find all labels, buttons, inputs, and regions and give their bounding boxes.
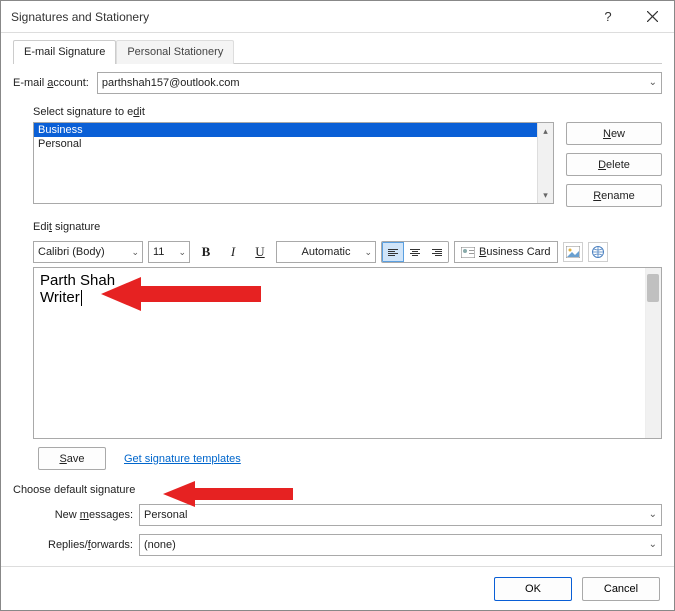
editor-toolbar: Calibri (Body)⌄ 11⌄ B I U Automatic⌄ Bus…: [13, 241, 662, 263]
save-button[interactable]: Save: [38, 447, 106, 470]
titlebar: Signatures and Stationery ?: [1, 1, 674, 33]
listbox-signatures[interactable]: Business Personal ▴ ▾: [33, 122, 554, 204]
link-get-templates[interactable]: Get signature templates: [124, 453, 241, 465]
italic-button[interactable]: I: [222, 241, 244, 263]
close-button[interactable]: [630, 2, 674, 32]
label-select-signature: Select signature to edit: [33, 106, 662, 118]
chevron-down-icon: ⌄: [131, 247, 139, 258]
combo-new-messages[interactable]: Personal⌄: [139, 504, 662, 526]
scrollbar[interactable]: [645, 268, 661, 438]
rename-button[interactable]: Rename: [566, 184, 662, 207]
save-row: Save Get signature templates: [38, 447, 662, 470]
label-new-messages: New messages:: [23, 509, 133, 521]
dialog-footer: OK Cancel: [1, 566, 674, 610]
business-card-icon: [461, 247, 475, 258]
signature-editor[interactable]: Parth Shah Writer: [33, 267, 662, 439]
editor-line: Parth Shah: [40, 272, 655, 289]
scrollbar[interactable]: ▴ ▾: [537, 123, 553, 203]
combo-email-account-value: parthshah157@outlook.com: [102, 77, 240, 89]
label-email-account: E-mail account:: [13, 77, 89, 89]
label-choose-default: Choose default signature: [13, 484, 662, 496]
combo-replies-forwards[interactable]: (none)⌄: [139, 534, 662, 556]
tab-strip: E-mail Signature Personal Stationery: [13, 39, 662, 64]
list-item[interactable]: Personal: [34, 137, 553, 151]
combo-font-size[interactable]: 11⌄: [148, 241, 190, 263]
text-cursor: [81, 290, 82, 306]
underline-button[interactable]: U: [249, 241, 271, 263]
row-email-account: E-mail account: parthshah157@outlook.com…: [13, 72, 662, 94]
signature-list-row: Business Personal ▴ ▾ New Delete Rename: [13, 122, 662, 207]
business-card-button[interactable]: Business Card: [454, 241, 558, 263]
combo-font[interactable]: Calibri (Body)⌄: [33, 241, 143, 263]
picture-icon: [566, 246, 580, 258]
tab-email-signature[interactable]: E-mail Signature: [13, 40, 116, 64]
list-item[interactable]: Business: [34, 123, 553, 137]
scroll-thumb[interactable]: [647, 274, 659, 302]
combo-font-color[interactable]: Automatic⌄: [276, 241, 376, 263]
row-replies-forwards: Replies/forwards: (none)⌄: [13, 534, 662, 556]
bold-button[interactable]: B: [195, 241, 217, 263]
new-button[interactable]: New: [566, 122, 662, 145]
chevron-down-icon: ⌄: [649, 509, 657, 520]
dialog-title: Signatures and Stationery: [11, 10, 149, 24]
close-icon: [647, 11, 658, 22]
chevron-down-icon: ⌄: [649, 77, 657, 88]
chevron-down-icon: ⌄: [178, 247, 186, 258]
ok-button[interactable]: OK: [494, 577, 572, 601]
scroll-down-icon[interactable]: ▾: [538, 187, 553, 203]
chevron-down-icon: ⌄: [649, 539, 657, 550]
row-new-messages: New messages: Personal⌄: [13, 504, 662, 526]
align-center-button[interactable]: [404, 242, 426, 262]
insert-hyperlink-button[interactable]: [588, 242, 608, 262]
scroll-up-icon[interactable]: ▴: [538, 123, 553, 139]
delete-button[interactable]: Delete: [566, 153, 662, 176]
combo-email-account[interactable]: parthshah157@outlook.com ⌄: [97, 72, 662, 94]
signature-side-buttons: New Delete Rename: [566, 122, 662, 207]
align-right-button[interactable]: [426, 242, 448, 262]
align-group: [381, 241, 449, 263]
dialog-signatures-stationery: Signatures and Stationery ? E-mail Signa…: [0, 0, 675, 611]
insert-picture-button[interactable]: [563, 242, 583, 262]
label-replies-forwards: Replies/forwards:: [23, 539, 133, 551]
editor-line: Writer: [40, 289, 655, 306]
label-edit-signature: Edit signature: [33, 221, 662, 233]
chevron-down-icon: ⌄: [364, 247, 372, 258]
help-button[interactable]: ?: [586, 2, 630, 32]
cancel-button[interactable]: Cancel: [582, 577, 660, 601]
tab-personal-stationery[interactable]: Personal Stationery: [116, 40, 234, 64]
link-icon: [591, 245, 605, 259]
dialog-body: E-mail Signature Personal Stationery E-m…: [1, 33, 674, 566]
align-left-button[interactable]: [382, 242, 404, 262]
